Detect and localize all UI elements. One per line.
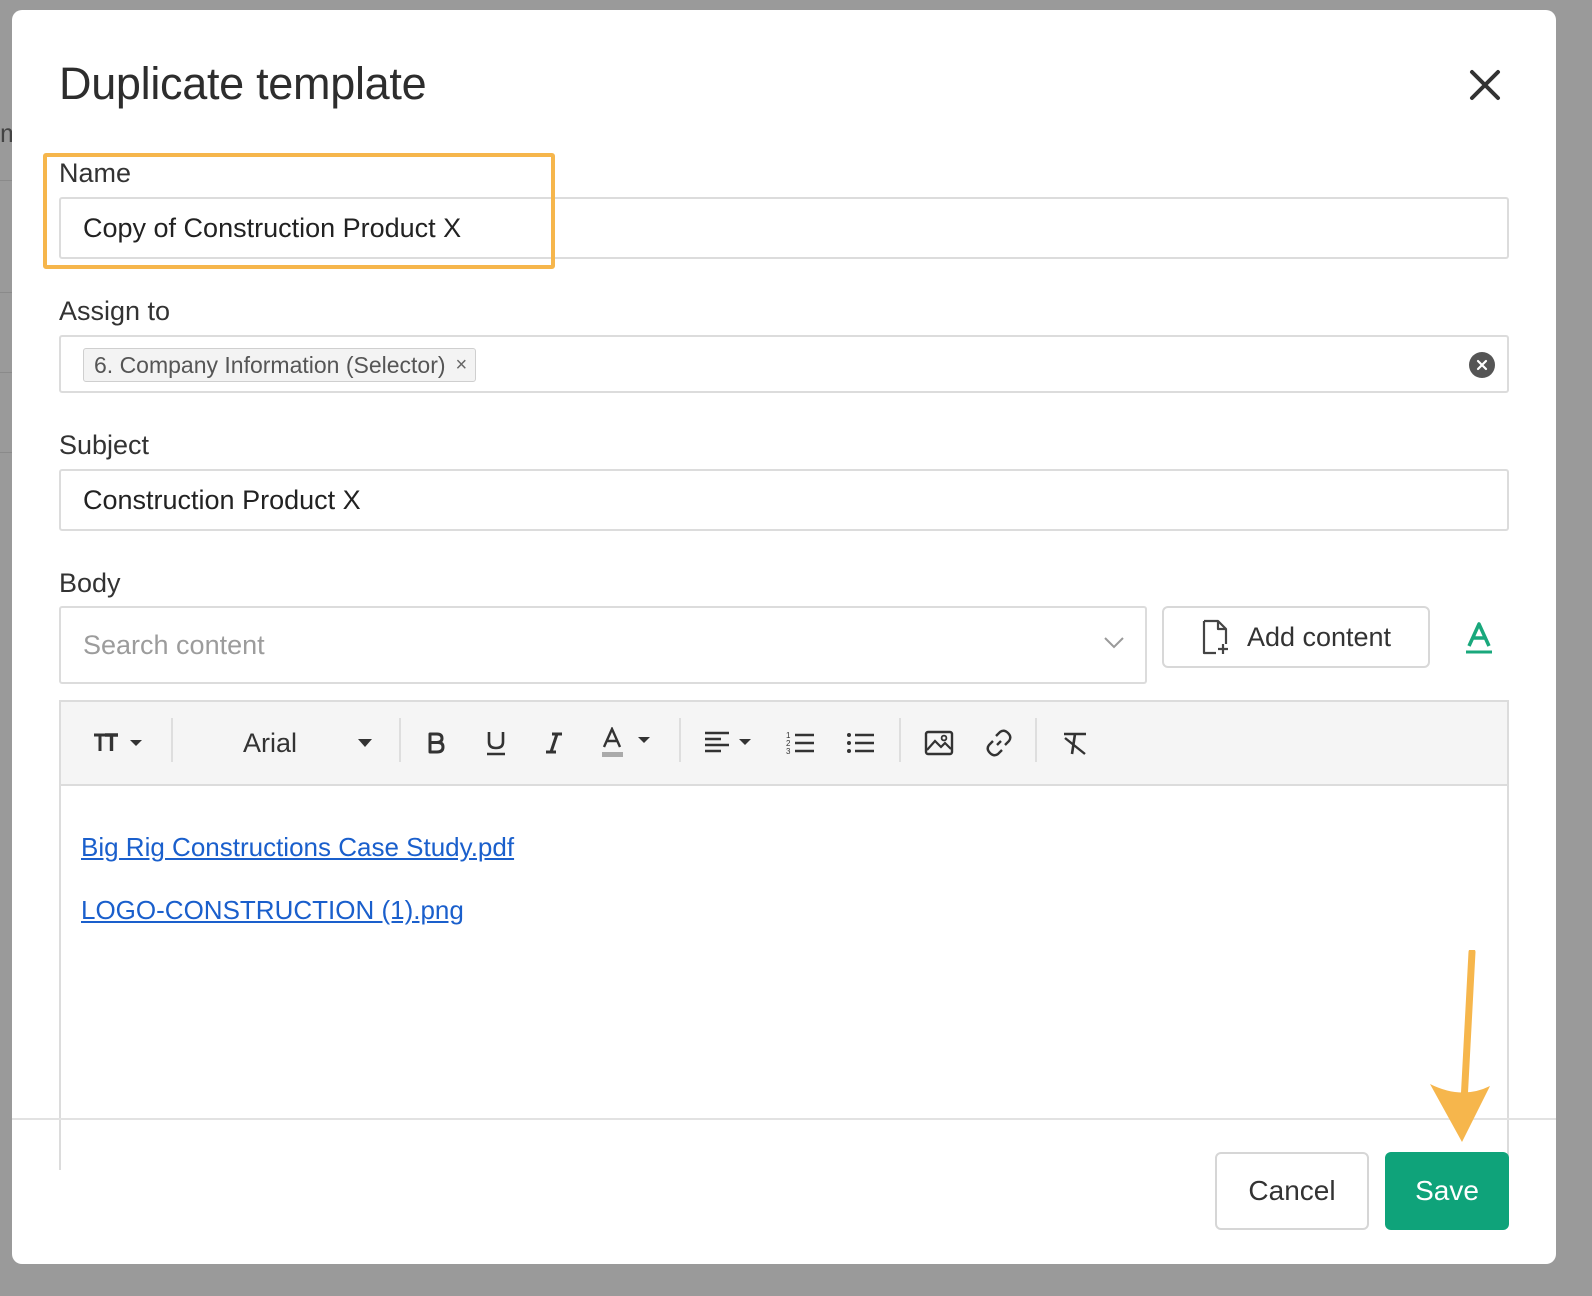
assign-tag: 6. Company Information (Selector) × bbox=[83, 348, 477, 382]
font-family-value: Arial bbox=[243, 727, 298, 758]
subject-label: Subject bbox=[59, 430, 150, 460]
save-button[interactable]: Save bbox=[1385, 1152, 1509, 1230]
toolbar-divider bbox=[171, 718, 173, 762]
assign-to-label: Assign to bbox=[59, 296, 171, 326]
close-icon bbox=[1470, 70, 1500, 100]
close-button[interactable] bbox=[1460, 60, 1510, 110]
add-content-button[interactable]: Add content bbox=[1162, 606, 1430, 668]
attachment-link[interactable]: LOGO-CONSTRUCTION (1).png bbox=[81, 895, 514, 926]
background-text: m bbox=[0, 118, 12, 148]
editor-content[interactable]: Big Rig Constructions Case Study.pdf LOG… bbox=[81, 832, 514, 958]
subject-input[interactable]: Construction Product X bbox=[59, 469, 1509, 531]
align-button[interactable] bbox=[701, 722, 761, 764]
search-content-input[interactable] bbox=[83, 608, 1063, 682]
clear-format-icon bbox=[1064, 732, 1086, 755]
clear-icon bbox=[1476, 359, 1488, 371]
name-label: Name bbox=[59, 158, 132, 188]
text-format-icon bbox=[1466, 622, 1492, 654]
attachment-link[interactable]: Big Rig Constructions Case Study.pdf bbox=[81, 832, 514, 863]
clear-formatting-button[interactable] bbox=[1055, 722, 1095, 764]
body-label: Body bbox=[59, 568, 121, 598]
name-input[interactable]: Copy of Construction Product X bbox=[59, 197, 1509, 259]
bold-button[interactable] bbox=[421, 722, 451, 764]
body-editor[interactable]: Arial 1 2 3 Big Rig Constructions Case S… bbox=[59, 700, 1509, 1170]
cancel-button[interactable]: Cancel bbox=[1215, 1152, 1369, 1230]
unordered-list-button[interactable] bbox=[843, 722, 879, 764]
insert-link-button[interactable] bbox=[979, 722, 1019, 764]
italic-icon bbox=[546, 732, 562, 754]
caret-down-icon bbox=[358, 739, 372, 747]
link-icon bbox=[986, 729, 1012, 757]
background-divider bbox=[0, 372, 12, 373]
toolbar-divider bbox=[899, 718, 901, 762]
clear-all-button[interactable] bbox=[1469, 352, 1495, 378]
background-divider bbox=[0, 292, 12, 293]
background-divider bbox=[0, 180, 12, 181]
assign-tag-label: 6. Company Information (Selector) bbox=[94, 351, 446, 378]
font-family-select[interactable]: Arial bbox=[201, 722, 401, 764]
underline-icon bbox=[487, 732, 505, 756]
text-size-button[interactable] bbox=[91, 722, 151, 764]
dialog-title: Duplicate template bbox=[59, 58, 427, 109]
toolbar-divider bbox=[679, 718, 681, 762]
add-file-icon bbox=[1202, 619, 1228, 655]
unordered-list-icon bbox=[847, 733, 874, 753]
remove-tag-button[interactable]: × bbox=[456, 354, 468, 377]
align-left-icon bbox=[705, 731, 751, 753]
bold-icon bbox=[428, 732, 445, 754]
insert-image-button[interactable] bbox=[919, 722, 959, 764]
footer-divider bbox=[12, 1118, 1556, 1120]
text-format-toggle[interactable] bbox=[1464, 620, 1494, 656]
text-color-button[interactable] bbox=[599, 722, 659, 764]
image-icon bbox=[924, 730, 954, 756]
assign-to-field[interactable]: 6. Company Information (Selector) × bbox=[59, 335, 1509, 393]
editor-toolbar: Arial 1 2 3 bbox=[61, 702, 1507, 786]
ordered-list-button[interactable]: 1 2 3 bbox=[783, 722, 819, 764]
toolbar-divider bbox=[399, 718, 401, 762]
underline-button[interactable] bbox=[481, 722, 511, 764]
ordered-list-icon: 1 2 3 bbox=[786, 731, 814, 756]
chevron-down-icon bbox=[1104, 637, 1124, 649]
italic-button[interactable] bbox=[539, 722, 569, 764]
text-color-icon bbox=[602, 727, 650, 757]
add-content-label: Add content bbox=[1246, 621, 1392, 652]
toolbar-divider bbox=[1035, 718, 1037, 762]
background-divider bbox=[0, 452, 12, 453]
svg-text:3: 3 bbox=[786, 747, 791, 756]
search-content-select[interactable] bbox=[59, 606, 1147, 684]
duplicate-template-dialog: Duplicate template Name Copy of Construc… bbox=[12, 10, 1556, 1264]
text-size-icon bbox=[94, 733, 142, 751]
